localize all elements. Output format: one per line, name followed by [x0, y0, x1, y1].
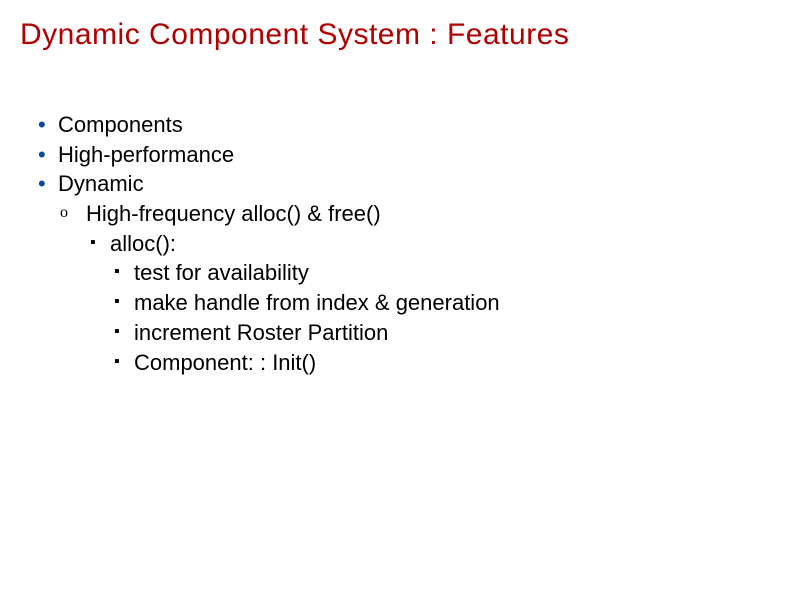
list-item: ▪ make handle from index & generation [38, 288, 780, 318]
list-item-label: Dynamic [58, 169, 780, 199]
bullet-square-icon: ▪ [114, 288, 134, 315]
list-item-label: make handle from index & generation [134, 288, 780, 318]
bullet-dot-icon: • [38, 140, 58, 170]
bullet-square-icon: ▪ [114, 258, 134, 285]
bullet-dot-icon: • [38, 110, 58, 140]
list-item-label: Components [58, 110, 780, 140]
list-item-label: High-frequency alloc() & free() [86, 199, 780, 229]
bullet-circle-icon: o [60, 199, 86, 226]
list-item: ▪ test for availability [38, 258, 780, 288]
list-item-label: High-performance [58, 140, 780, 170]
list-item-label: alloc(): [110, 229, 780, 259]
bullet-square-icon: ▪ [114, 318, 134, 345]
list-item: ▪ increment Roster Partition [38, 318, 780, 348]
list-item: ▪ alloc(): [38, 229, 780, 259]
list-item: • Dynamic [38, 169, 780, 199]
slide: Dynamic Component System : Features • Co… [0, 0, 800, 600]
list-item-label: increment Roster Partition [134, 318, 780, 348]
bullet-square-icon: ▪ [114, 348, 134, 375]
bullet-dot-icon: • [38, 169, 58, 199]
slide-content: • Components • High-performance • Dynami… [20, 110, 780, 377]
bullet-square-icon: ▪ [90, 229, 110, 256]
slide-title: Dynamic Component System : Features [20, 18, 780, 52]
list-item-label: Component: : Init() [134, 348, 780, 378]
list-item: • High-performance [38, 140, 780, 170]
list-item: o High-frequency alloc() & free() [38, 199, 780, 229]
list-item: • Components [38, 110, 780, 140]
list-item: ▪ Component: : Init() [38, 348, 780, 378]
list-item-label: test for availability [134, 258, 780, 288]
